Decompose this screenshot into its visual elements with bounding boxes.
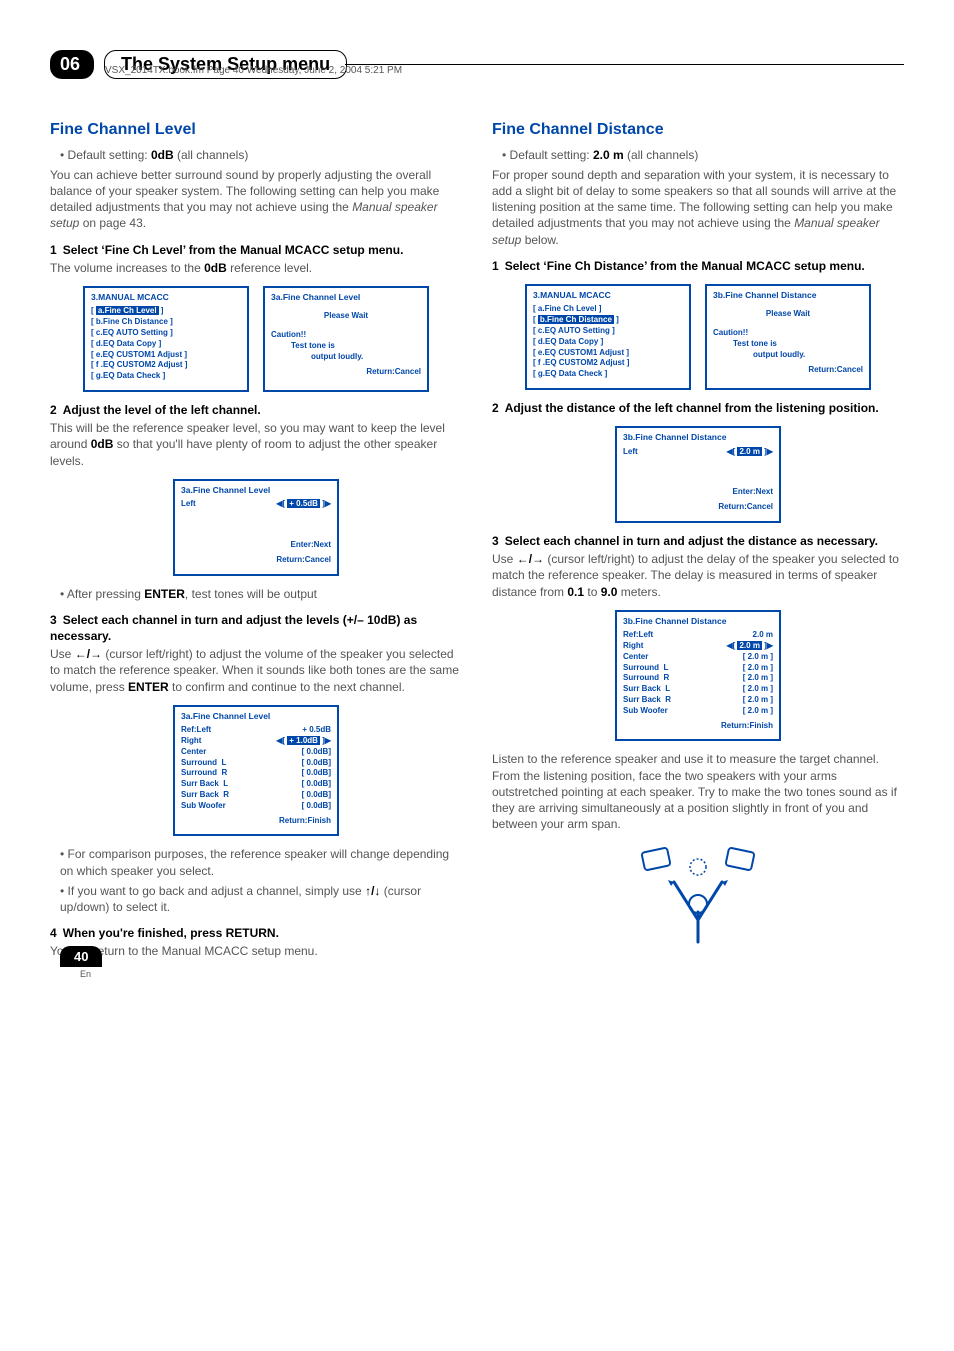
screen-dist-list: 3b.Fine Channel Distance Ref:Left2.0 m R…	[615, 610, 781, 742]
step-2-text: This will be the reference speaker level…	[50, 420, 462, 469]
step-4: 4When you're finished, press RETURN.	[50, 925, 462, 941]
screen-levels-list: 3a.Fine Channel Level Ref:Left+ 0.5dB Ri…	[173, 705, 339, 837]
screen-manual-mcacc: 3.MANUAL MCACC [ a.Fine Ch Level ] [ b.F…	[83, 286, 249, 392]
step-2: 2Adjust the level of the left channel.	[50, 402, 462, 418]
goback-note: • If you want to go back and adjust a ch…	[60, 883, 462, 915]
step-1-text: The volume increases to the 0dB referenc…	[50, 260, 462, 276]
after-enter-note: • After pressing ENTER, test tones will …	[60, 586, 462, 602]
section-title-fine-channel-level: Fine Channel Level	[50, 119, 462, 141]
intro-paragraph: You can achieve better surround sound by…	[50, 167, 462, 232]
step-1-r: 1Select ‘Fine Ch Distance’ from the Manu…	[492, 258, 904, 274]
intro-paragraph-r: For proper sound depth and separation wi…	[492, 167, 904, 248]
header-rule	[345, 64, 904, 65]
step-3-text-r: Use ←/→ (cursor left/right) to adjust th…	[492, 551, 904, 600]
screen-left-dist: 3b.Fine Channel Distance Left◀[ 2.0 m ]▶…	[615, 426, 781, 523]
left-column: Fine Channel Level • Default setting: 0d…	[50, 119, 462, 967]
default-setting-r: • Default setting: 2.0 m (all channels)	[502, 147, 904, 163]
step-2-r: 2Adjust the distance of the left channel…	[492, 400, 904, 416]
section-title-fine-channel-distance: Fine Channel Distance	[492, 119, 904, 141]
arm-span-illustration	[492, 842, 904, 956]
comparison-note: • For comparison purposes, the reference…	[60, 846, 462, 878]
screen-fine-ch-dist-wait: 3b.Fine Channel Distance Please Wait Cau…	[705, 284, 871, 390]
suffix: (all channels)	[174, 148, 249, 162]
value: 0dB	[151, 148, 174, 162]
listen-paragraph: Listen to the reference speaker and use …	[492, 751, 904, 832]
page-lang: En	[80, 969, 91, 979]
step-4-text: You will return to the Manual MCACC setu…	[50, 943, 462, 959]
step-3: 3Select each channel in turn and adjust …	[50, 612, 462, 644]
default-setting: • Default setting: 0dB (all channels)	[60, 147, 462, 163]
screen-manual-mcacc-r: 3.MANUAL MCACC [ a.Fine Ch Level ] [ b.F…	[525, 284, 691, 390]
page-number: 40	[60, 946, 102, 967]
chapter-number: 06	[50, 50, 94, 79]
step-1: 1Select ‘Fine Ch Level’ from the Manual …	[50, 242, 462, 258]
step-3-text: Use ←/→ (cursor left/right) to adjust th…	[50, 646, 462, 695]
screen-left-level: 3a.Fine Channel Level Left◀[ + 0.5dB ]▶ …	[173, 479, 339, 576]
step-3-r: 3Select each channel in turn and adjust …	[492, 533, 904, 549]
running-head: VSX_2014TX.book.fm Page 40 Wednesday, Ju…	[105, 65, 402, 76]
label: Default setting:	[68, 148, 151, 162]
right-column: Fine Channel Distance • Default setting:…	[492, 119, 904, 967]
screen-fine-ch-level-wait: 3a.Fine Channel Level Please Wait Cautio…	[263, 286, 429, 392]
